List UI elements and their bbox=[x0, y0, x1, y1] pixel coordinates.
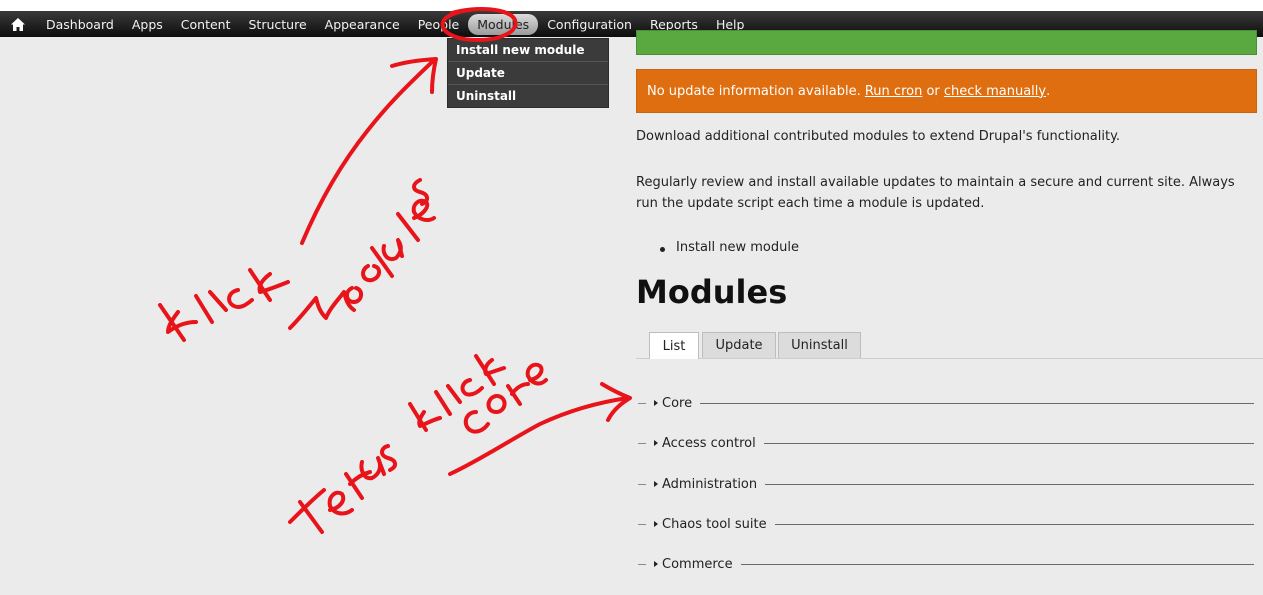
triangle-right-icon bbox=[654, 400, 658, 406]
fieldset-administration[interactable]: Administration bbox=[636, 475, 1254, 493]
fieldset-label: Administration bbox=[662, 476, 758, 492]
toolbar-item-content[interactable]: Content bbox=[172, 14, 240, 35]
fieldset-label: Core bbox=[662, 395, 693, 411]
arrow-annotation-modules bbox=[300, 60, 434, 245]
run-cron-link[interactable]: Run cron bbox=[865, 84, 922, 99]
warning-message: No update information available. Run cro… bbox=[636, 69, 1257, 113]
fieldset-label: Access control bbox=[662, 435, 756, 451]
triangle-right-icon bbox=[654, 481, 658, 487]
toolbar-item-modules[interactable]: Modules bbox=[468, 13, 539, 35]
dropdown-item-install-new-module[interactable]: Install new module bbox=[448, 39, 608, 62]
status-message bbox=[636, 30, 1257, 55]
triangle-right-icon bbox=[654, 521, 658, 527]
dropdown-item-update[interactable]: Update bbox=[448, 62, 608, 85]
fieldset-label: Commerce bbox=[662, 556, 733, 572]
fieldset-access-control[interactable]: Access control bbox=[636, 434, 1254, 452]
modules-dropdown: Install new module Update Uninstall bbox=[447, 38, 609, 108]
help-text-updates: Regularly review and install available u… bbox=[636, 175, 1235, 211]
tab-list[interactable]: List bbox=[649, 332, 699, 359]
home-icon[interactable] bbox=[11, 16, 27, 32]
fieldset-rule bbox=[763, 442, 1254, 444]
fieldset-chaos-tool-suite[interactable]: Chaos tool suite bbox=[636, 515, 1254, 533]
list-item: Install new module bbox=[660, 240, 799, 255]
warning-or-text: or bbox=[922, 83, 944, 99]
fieldset-rule bbox=[765, 483, 1254, 485]
fieldset-commerce[interactable]: Commerce bbox=[636, 555, 1254, 573]
tab-update[interactable]: Update bbox=[702, 332, 776, 358]
toolbar-item-appearance[interactable]: Appearance bbox=[316, 14, 409, 35]
fieldset-core[interactable]: Core bbox=[636, 394, 1254, 412]
fieldset-lead bbox=[638, 442, 646, 444]
toolbar-item-configuration[interactable]: Configuration bbox=[538, 14, 641, 35]
warning-end: . bbox=[1046, 83, 1051, 99]
fieldset-lead bbox=[638, 483, 646, 485]
toolbar-item-structure[interactable]: Structure bbox=[239, 14, 315, 35]
fieldset-label: Chaos tool suite bbox=[662, 516, 767, 532]
fieldset-lead bbox=[638, 563, 646, 565]
tab-uninstall[interactable]: Uninstall bbox=[778, 332, 861, 358]
page-title: Modules bbox=[636, 273, 788, 311]
toolbar-item-apps[interactable]: Apps bbox=[123, 14, 172, 35]
install-new-module-link[interactable]: Install new module bbox=[676, 240, 799, 255]
check-manually-link[interactable]: check manually bbox=[944, 84, 1046, 99]
top-strip bbox=[0, 0, 1263, 11]
fieldset-rule bbox=[700, 402, 1254, 404]
help-text-download: Download additional contributed modules … bbox=[636, 129, 1121, 144]
toolbar-item-people[interactable]: People bbox=[409, 14, 469, 35]
fieldset-rule bbox=[740, 563, 1254, 565]
fieldset-lead bbox=[638, 402, 646, 404]
tabs-divider bbox=[636, 358, 1263, 359]
triangle-right-icon bbox=[654, 561, 658, 567]
dropdown-item-uninstall[interactable]: Uninstall bbox=[448, 85, 608, 107]
toolbar-item-dashboard[interactable]: Dashboard bbox=[37, 14, 123, 35]
fieldset-lead bbox=[638, 523, 646, 525]
warning-text: No update information available. bbox=[647, 83, 865, 99]
arrow-annotation-core bbox=[448, 396, 630, 476]
fieldset-rule bbox=[774, 523, 1254, 525]
triangle-right-icon bbox=[654, 440, 658, 446]
